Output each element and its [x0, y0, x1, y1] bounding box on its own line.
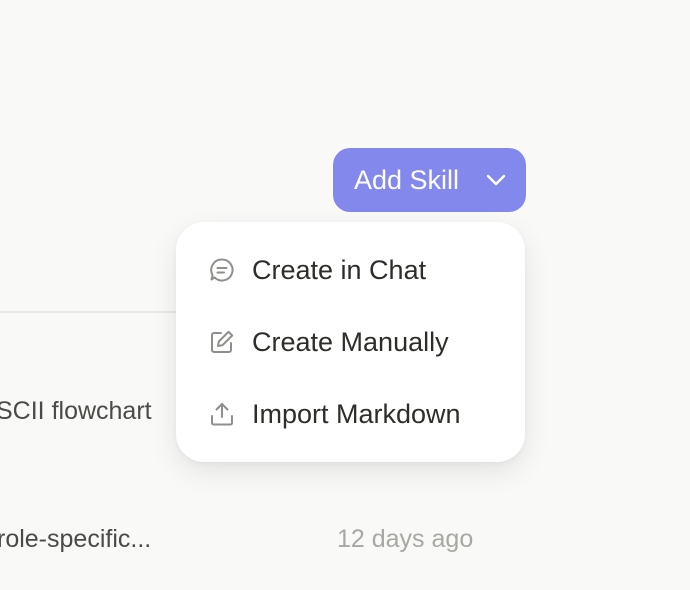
menu-item-label: Import Markdown [252, 398, 461, 429]
add-skill-dropdown-menu: Create in Chat Create Manually Import Ma… [176, 222, 525, 462]
add-skill-button[interactable]: Add Skill [333, 148, 526, 212]
skill-row-description: role-specific... [0, 525, 152, 553]
menu-item-label: Create in Chat [252, 254, 427, 285]
skill-row-updated-date: 12 days ago [337, 525, 474, 553]
menu-item-create-manually[interactable]: Create Manually [176, 313, 525, 371]
add-skill-button-label: Add Skill [354, 164, 460, 195]
edit-icon [211, 330, 234, 353]
chat-bubble-icon [210, 258, 234, 282]
skill-row-description: SCII flowchart [0, 397, 152, 425]
menu-item-label: Create Manually [252, 326, 449, 357]
menu-item-import-markdown[interactable]: Import Markdown [176, 385, 525, 443]
upload-icon [211, 403, 233, 426]
menu-item-create-in-chat[interactable]: Create in Chat [176, 241, 525, 299]
chevron-down-icon [486, 174, 506, 186]
list-divider [0, 311, 200, 313]
